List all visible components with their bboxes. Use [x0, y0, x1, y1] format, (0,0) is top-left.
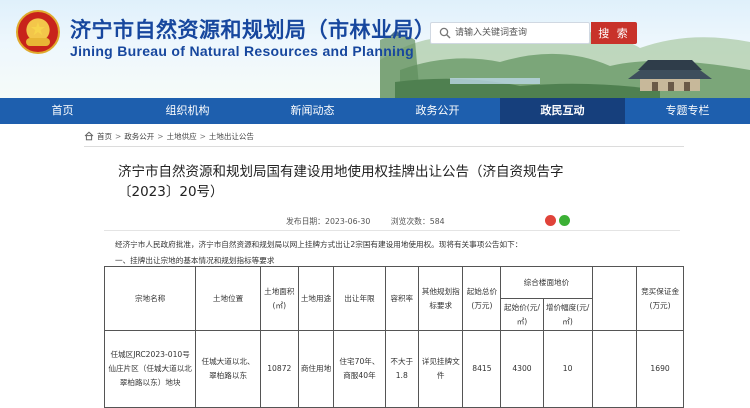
article-title: 济宁市自然资源和规划局国有建设用地使用权挂牌出让公告（济自资规告字〔2023〕2… [118, 164, 564, 200]
article-section-heading: 一、挂牌出让宗地的基本情况和规划指标等要求 [115, 256, 275, 265]
breadcrumb-separator: > [199, 131, 206, 141]
cell-area: 10872 [259, 330, 299, 408]
header-area: 土地面积(㎡) [259, 266, 299, 331]
cell-start-total: 8415 [462, 330, 502, 408]
table-header-row: 宗地名称 土地位置 土地面积(㎡) 土地用途 出让年限 容积率 其他规划指标要求… [103, 266, 684, 331]
article-meta: 发布日期：2023-06-30 浏览次数：584 [286, 216, 463, 227]
nav-item-home[interactable]: 首页 [0, 98, 125, 124]
search-icon [439, 27, 451, 39]
header-use: 土地用途 [297, 266, 335, 331]
nav-item-special-topics[interactable]: 专题专栏 [625, 98, 750, 124]
article-divider [104, 230, 680, 231]
search-button[interactable]: 搜 索 [591, 22, 637, 44]
breadcrumb-land-supply-link[interactable]: 土地供应 [167, 131, 197, 142]
table-row: 任城区JRC2023-010号仙庄片区（任城大道以北翠柏路以东）地块 任城大道以… [103, 330, 684, 408]
breadcrumb-separator: > [157, 131, 164, 141]
cell-increment: 10 [542, 330, 593, 408]
header-location: 土地位置 [195, 266, 261, 331]
nav-item-organization[interactable]: 组织机构 [125, 98, 250, 124]
search-input[interactable] [455, 25, 587, 41]
view-count: 浏览次数：584 [390, 217, 445, 226]
nav-item-news[interactable]: 新闻动态 [250, 98, 375, 124]
land-parcel-table: 宗地名称 土地位置 土地面积(㎡) 土地用途 出让年限 容积率 其他规划指标要求… [103, 266, 684, 408]
site-title: 济宁市自然资源和规划局（市林业局） [70, 18, 436, 42]
search-box [430, 22, 590, 44]
breadcrumb: 首页 > 政务公开 > 土地供应 > 土地出让公告 [84, 129, 254, 143]
header-unit-price-group: 综合楼面地价 [500, 266, 593, 299]
publish-date: 发布日期：2023-06-30 [286, 217, 371, 226]
cell-use: 商住用地 [297, 330, 335, 408]
header-increment: 增价幅度(元/㎡) [542, 298, 593, 331]
header-other: 其他规划指标要求 [417, 266, 464, 331]
header-far: 容积率 [384, 266, 419, 331]
cell-spacer [591, 330, 638, 408]
nav-item-gov-affairs[interactable]: 政务公开 [375, 98, 500, 124]
home-icon [84, 131, 94, 141]
header-term: 出让年限 [333, 266, 386, 331]
cell-term: 住宅70年、商服40年 [333, 330, 386, 408]
breadcrumb-gov-affairs-link[interactable]: 政务公开 [124, 131, 154, 142]
header-start-total: 起始总价(万元) [462, 266, 502, 331]
cell-other: 详见挂牌文件 [417, 330, 464, 408]
cell-parcel-name: 任城区JRC2023-010号仙庄片区（任城大道以北翠柏路以东）地块 [103, 330, 197, 408]
wechat-share-icon[interactable] [559, 215, 570, 226]
header-parcel-name: 宗地名称 [103, 266, 197, 331]
cell-location: 任城大道以北、翠柏路以东 [195, 330, 261, 408]
header-increment-spacer [591, 266, 638, 331]
breadcrumb-divider [84, 146, 684, 147]
cell-far: 不大于1.8 [384, 330, 419, 408]
main-nav: 首页 组织机构 新闻动态 政务公开 政民互动 专题专栏 [0, 98, 750, 124]
article-intro-paragraph: 经济宁市人民政府批准，济宁市自然资源和规划局以网上挂牌方式出让2宗国有建设用地使… [115, 240, 523, 249]
header-deposit: 竞买保证金(万元) [636, 266, 684, 331]
weibo-share-icon[interactable] [545, 215, 556, 226]
site-header: ★ 济宁市自然资源和规划局（市林业局） Jining Bureau of Nat… [0, 0, 750, 98]
breadcrumb-transfer-notice-link[interactable]: 土地出让公告 [209, 131, 254, 142]
cell-start-unit: 4300 [500, 330, 544, 408]
breadcrumb-separator: > [115, 131, 122, 141]
nav-item-interaction[interactable]: 政民互动 [500, 98, 625, 124]
breadcrumb-home-link[interactable]: 首页 [97, 131, 112, 142]
header-start-unit: 起始价(元/㎡) [500, 298, 544, 331]
cell-deposit: 1690 [636, 330, 684, 408]
site-subtitle: Jining Bureau of Natural Resources and P… [70, 43, 414, 59]
share-bar [545, 215, 570, 226]
national-emblem-logo: ★ [16, 10, 60, 54]
